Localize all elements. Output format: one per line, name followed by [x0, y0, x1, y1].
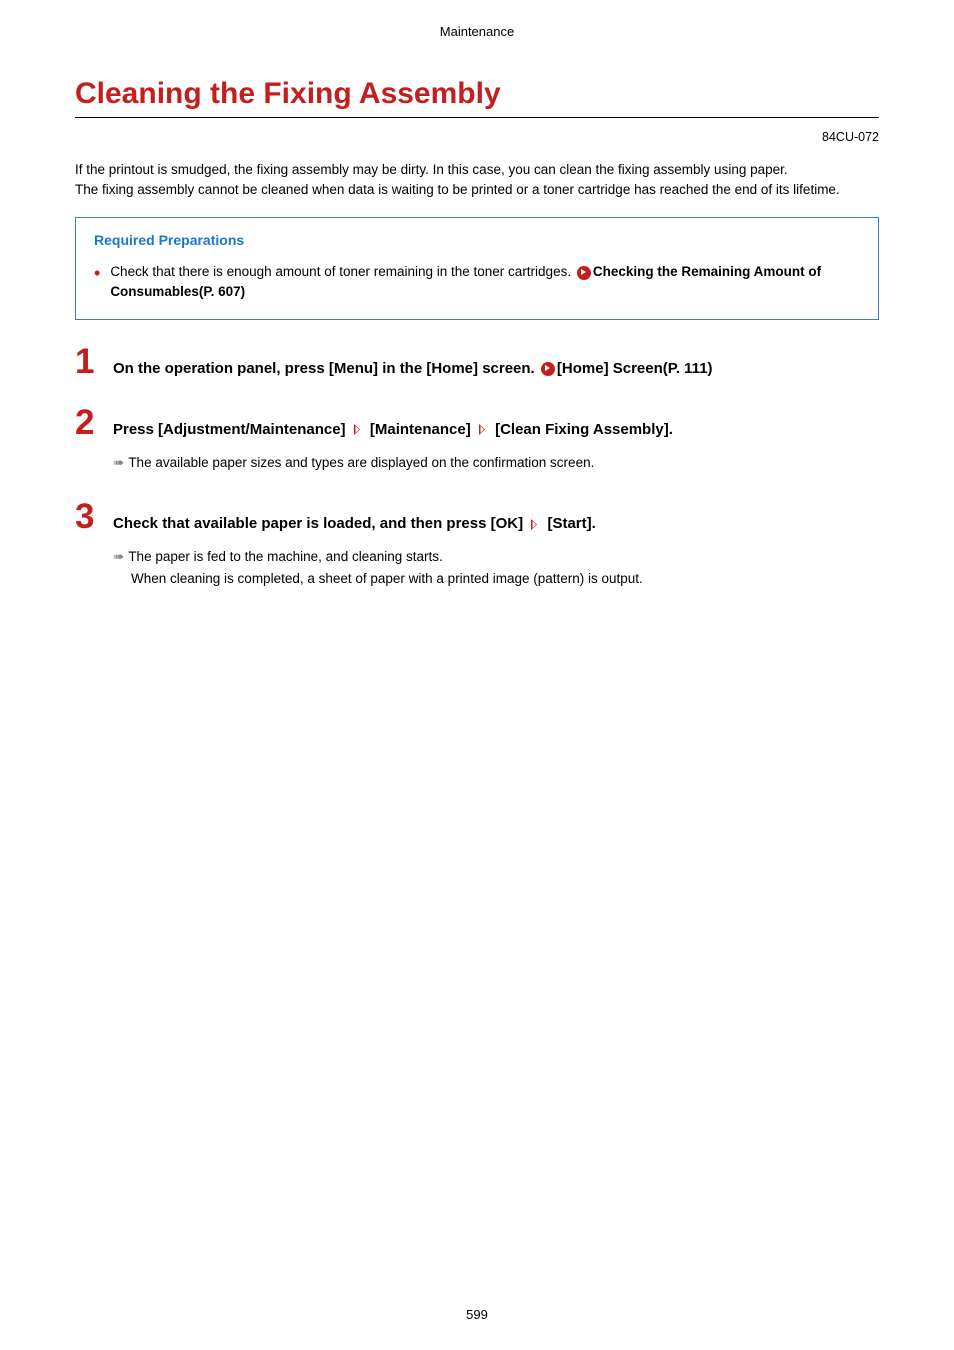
title-underline	[75, 117, 879, 118]
step-3-prefix: Check that available paper is loaded, an…	[113, 515, 527, 532]
step-number: 3	[75, 499, 113, 534]
link-arrow-icon[interactable]	[541, 362, 555, 376]
step-2-result-text: The available paper sizes and types are …	[128, 455, 594, 470]
breadcrumb-separator-icon	[531, 519, 539, 530]
intro-paragraph: If the printout is smudged, the fixing a…	[75, 160, 879, 199]
result-arrow-icon: ➠	[113, 549, 124, 564]
step-3-result-2-text: When cleaning is completed, a sheet of p…	[131, 571, 643, 586]
result-arrow-icon: ➠	[113, 455, 124, 470]
step-number: 1	[75, 344, 113, 379]
step-1-link[interactable]: [Home] Screen(P. 111)	[557, 360, 713, 377]
required-preparations-box: Required Preparations • Check that there…	[75, 217, 879, 320]
page-title: Cleaning the Fixing Assembly	[75, 77, 879, 111]
prep-box-title: Required Preparations	[94, 232, 860, 248]
step-3-text: Check that available paper is loaded, an…	[113, 507, 596, 534]
breadcrumb-separator-icon	[354, 424, 362, 435]
step-2: 2 Press [Adjustment/Maintenance] [Mainte…	[75, 405, 879, 474]
section-header: Maintenance	[75, 24, 879, 39]
prep-bullet-prefix: Check that there is enough amount of ton…	[110, 264, 575, 279]
step-1-text: On the operation panel, press [Menu] in …	[113, 352, 713, 379]
step-number: 2	[75, 405, 113, 440]
step-3-part-1: [Start].	[543, 515, 596, 532]
step-3-result-1: ➠ The paper is fed to the machine, and cl…	[113, 546, 879, 568]
step-3-result-1-text: The paper is fed to the machine, and cle…	[128, 549, 442, 564]
step-3: 3 Check that available paper is loaded, …	[75, 499, 879, 589]
prep-bullet-text: Check that there is enough amount of ton…	[110, 262, 860, 303]
prep-bullet-item: • Check that there is enough amount of t…	[94, 262, 860, 303]
step-2-part-1: [Maintenance]	[366, 421, 475, 438]
step-2-part-2: [Clean Fixing Assembly].	[491, 421, 673, 438]
step-2-text: Press [Adjustment/Maintenance] [Maintena…	[113, 413, 673, 440]
step-3-result-2: When cleaning is completed, a sheet of p…	[113, 568, 879, 590]
document-code: 84CU-072	[75, 130, 879, 144]
step-2-result: ➠ The available paper sizes and types are…	[113, 452, 879, 474]
step-1: 1 On the operation panel, press [Menu] i…	[75, 344, 879, 379]
breadcrumb-separator-icon	[479, 424, 487, 435]
page-number: 599	[0, 1307, 954, 1322]
bullet-icon: •	[94, 264, 100, 282]
link-arrow-icon[interactable]	[577, 266, 591, 280]
step-2-prefix: Press [Adjustment/Maintenance]	[113, 421, 350, 438]
step-1-prefix: On the operation panel, press [Menu] in …	[113, 360, 539, 377]
